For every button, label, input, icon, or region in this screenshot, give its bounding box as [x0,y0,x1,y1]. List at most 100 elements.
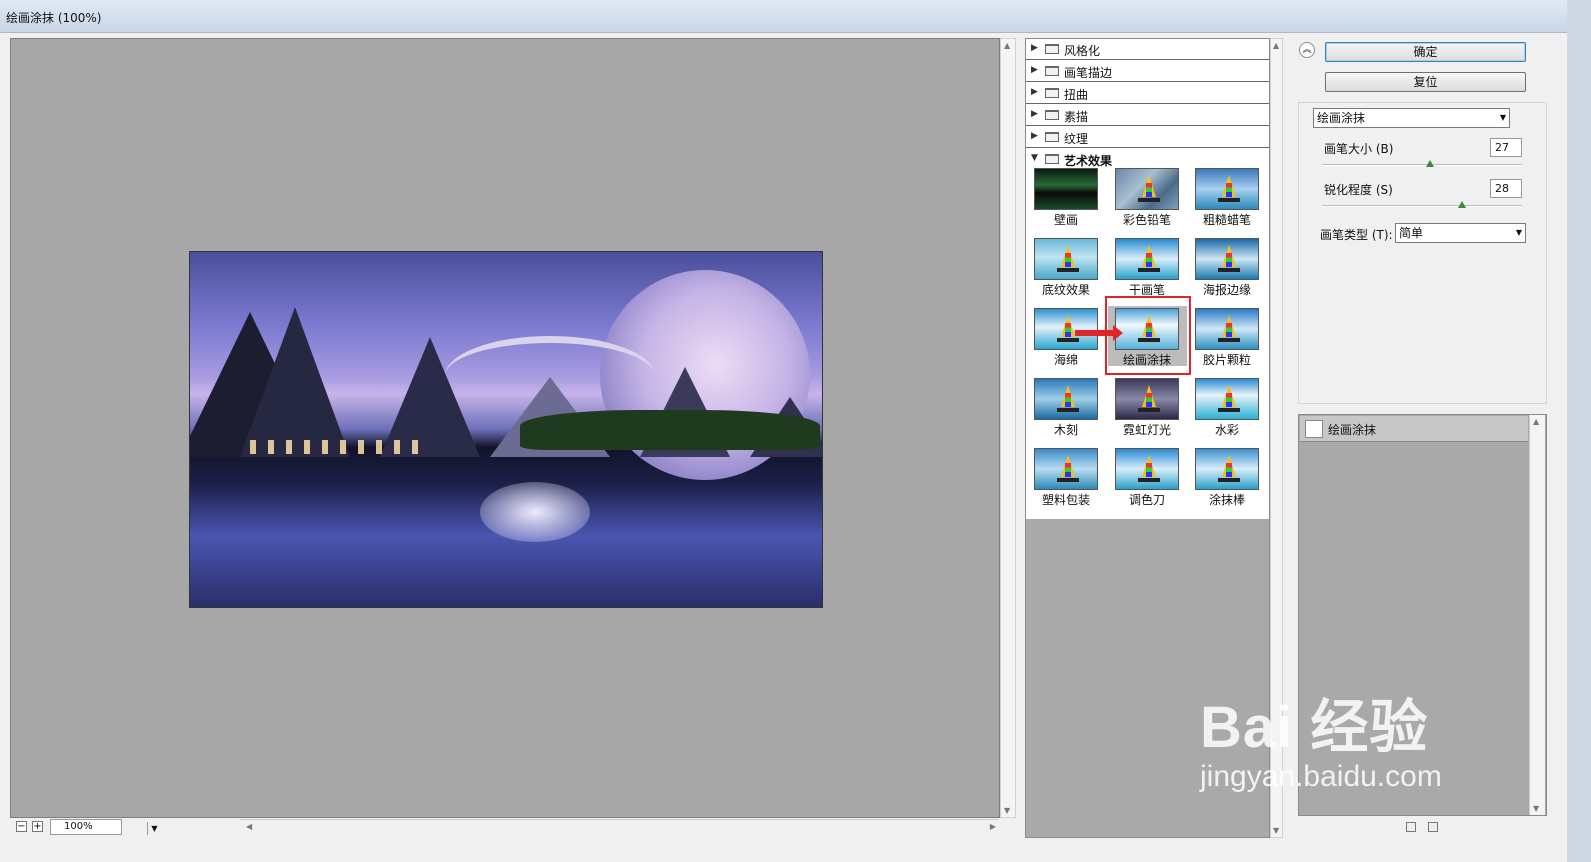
eye-icon[interactable] [1305,420,1323,438]
slider-thumb[interactable] [1426,160,1434,167]
scroll-down-icon[interactable]: ▼ [1273,826,1279,835]
filter-label: 胶片颗粒 [1202,353,1251,367]
annotation-arrow [1075,325,1123,341]
sailboat-stripe [1065,463,1071,477]
filter-label: 霓虹灯光 [1122,423,1171,437]
filter-gallery-window: 绘画涂抹 (100%) ▲ ▼ − + 100% ▼ ◀ ▶ ▶ 风格化 ▶ 画… [0,0,1591,862]
ok-button[interactable]: 确定 [1325,42,1526,62]
filter-label: 壁画 [1053,213,1078,227]
town-lights [250,440,420,454]
category-sketch[interactable]: ▶ 素描 [1026,105,1269,126]
sailboat-stripe [1146,393,1152,407]
zoom-select[interactable]: 100% ▼ [50,819,158,835]
title-bar: 绘画涂抹 (100%) [0,0,1567,33]
brush-size-slider[interactable] [1322,160,1522,167]
expand-icon[interactable]: ▶ [1031,43,1038,53]
sailboat-hull [1218,478,1240,482]
filter-label: 粗糙蜡笔 [1202,213,1251,227]
category-stylize[interactable]: ▶ 风格化 [1026,39,1269,60]
slider-thumb[interactable] [1458,201,1466,208]
scroll-down-icon[interactable]: ▼ [1004,806,1010,815]
watermark-logo: Bai 经验 [1200,695,1429,760]
filter-label: 木刻 [1053,423,1078,437]
preview-status-bar: − + 100% ▼ ◀ ▶ [10,818,1016,836]
folder-icon [1045,88,1059,98]
scroll-up-icon[interactable]: ▲ [1533,417,1539,426]
filter-label: 调色刀 [1128,493,1165,507]
filter-thumbnail[interactable] [1034,378,1098,420]
folder-icon [1045,110,1059,120]
filter-thumbnail[interactable] [1115,238,1179,280]
filter-select[interactable]: 绘画涂抹 ▼ [1313,108,1510,128]
mountain-shape [380,337,480,457]
category-label: 纹理 [1064,132,1089,146]
double-chevron-up-icon[interactable]: ︽ [1299,42,1315,58]
expand-icon[interactable]: ▶ [1031,87,1038,97]
filter-label: 涂抹棒 [1208,493,1245,507]
reset-button[interactable]: 复位 [1325,72,1526,92]
zoom-in-button[interactable]: + [32,821,43,832]
sailboat-stripe [1146,253,1152,267]
filter-thumbnail[interactable] [1034,168,1098,210]
sailboat-hull [1057,338,1079,342]
filter-thumbnail[interactable] [1195,378,1259,420]
filter-thumbnail[interactable] [1034,238,1098,280]
island-shape [520,410,820,450]
filter-label: 塑料包装 [1041,493,1090,507]
filter-thumbnail[interactable] [1195,238,1259,280]
expand-icon[interactable]: ▶ [1031,131,1038,141]
sailboat-stripe [1065,323,1071,337]
filter-label: 底纹效果 [1041,283,1090,297]
category-label: 扭曲 [1064,88,1089,102]
sharpness-slider[interactable] [1322,201,1522,208]
sailboat-hull [1218,268,1240,272]
baidu-watermark: Bai 经验 jingyan.baidu.com [1200,680,1442,794]
zoom-out-button[interactable]: − [16,821,27,832]
filter-thumbnail[interactable] [1115,378,1179,420]
new-layer-icon[interactable] [1406,822,1416,832]
chevron-down-icon[interactable]: ▼ [1516,224,1522,242]
sailboat-hull [1057,408,1079,412]
brush-type-select[interactable]: 简单 ▼ [1395,223,1526,243]
filter-thumbnail[interactable] [1034,448,1098,490]
filter-thumbnail[interactable] [1195,308,1259,350]
filter-thumbnail[interactable] [1195,168,1259,210]
category-artistic[interactable]: ▼ 艺术效果 [1026,149,1269,170]
sailboat-stripe [1226,183,1232,197]
category-distort[interactable]: ▶ 扭曲 [1026,83,1269,104]
scroll-up-icon[interactable]: ▲ [1273,41,1279,50]
filter-thumbnail[interactable] [1115,448,1179,490]
sharpness-input[interactable]: 28 [1490,179,1522,198]
chevron-down-icon[interactable]: ▼ [147,822,161,835]
collapse-icon[interactable]: ▼ [1031,153,1038,163]
category-label: 风格化 [1064,44,1101,58]
scroll-left-icon[interactable]: ◀ [246,822,252,831]
preview-horizontal-scrollbar[interactable]: ◀ ▶ [240,819,998,835]
preview-vertical-scrollbar[interactable]: ▲ ▼ [1000,38,1016,818]
sailboat-hull [1057,268,1079,272]
effect-layer-row[interactable]: 绘画涂抹 [1300,416,1528,442]
filter-thumbnail[interactable] [1115,168,1179,210]
sharpness-label: 锐化程度 (S) [1324,183,1393,197]
filter-label: 海报边缘 [1202,283,1251,297]
sailboat-stripe [1146,183,1152,197]
expand-icon[interactable]: ▶ [1031,65,1038,75]
chevron-down-icon[interactable]: ▼ [1500,109,1506,127]
brush-size-input[interactable]: 27 [1490,138,1522,157]
zoom-value: 100% [64,821,93,832]
category-texture[interactable]: ▶ 纹理 [1026,127,1269,148]
scroll-down-icon[interactable]: ▼ [1533,804,1539,813]
filter-select-value: 绘画涂抹 [1317,111,1366,125]
layers-vertical-scrollbar[interactable]: ▲ ▼ [1529,415,1545,815]
effect-layer-name: 绘画涂抹 [1328,423,1377,437]
category-brush-strokes[interactable]: ▶ 画笔描边 [1026,61,1269,82]
expand-icon[interactable]: ▶ [1031,109,1038,119]
scroll-right-icon[interactable]: ▶ [990,822,996,831]
filter-thumbnail[interactable] [1034,308,1098,350]
brush-type-value: 简单 [1399,226,1424,240]
preview-canvas[interactable] [10,38,1000,818]
filter-label: 彩色铅笔 [1122,213,1171,227]
scroll-up-icon[interactable]: ▲ [1004,41,1010,50]
filter-thumbnail[interactable] [1195,448,1259,490]
trash-icon[interactable] [1428,822,1438,832]
